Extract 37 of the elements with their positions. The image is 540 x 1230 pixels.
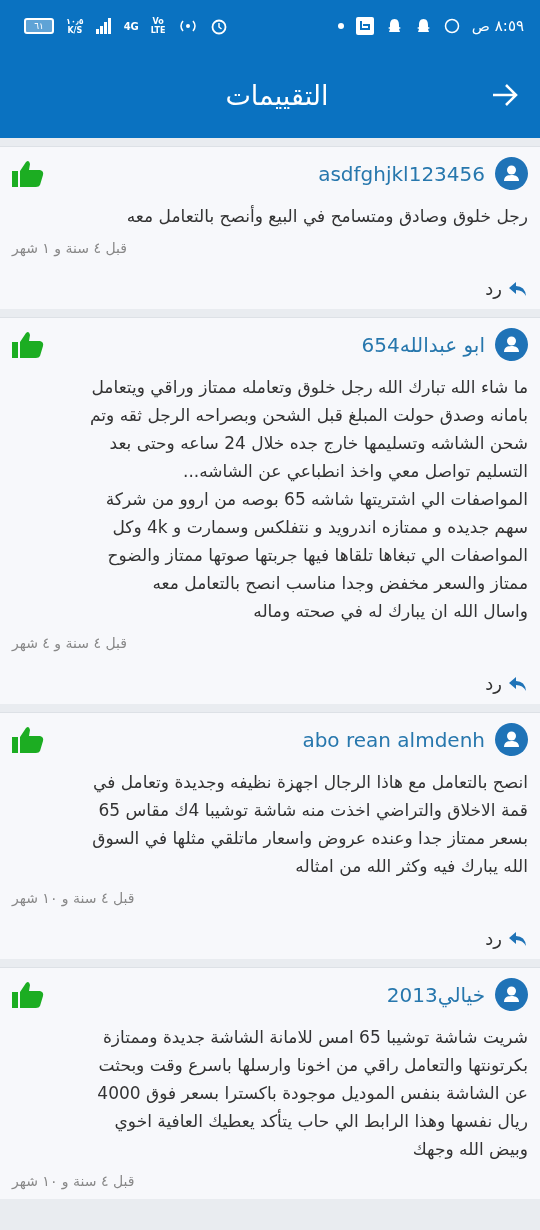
alarm-icon [209, 17, 228, 35]
battery-icon: ٦١ [24, 18, 54, 34]
user-avatar-icon [495, 978, 528, 1011]
hotspot-icon [177, 19, 198, 33]
reply-arrow-icon [508, 280, 528, 297]
page-title: التقييمات [224, 79, 330, 111]
review-time: قبل ٤ سنة و ١٠ شهر [12, 890, 135, 906]
network-label: 4G [123, 20, 139, 32]
thumbs-up-icon[interactable] [12, 724, 44, 755]
thumbs-up-icon[interactable] [12, 329, 44, 360]
reply-button[interactable]: رد [485, 278, 528, 299]
status-time: ٨:٥٩ ص [471, 17, 524, 35]
review-text: شريت شاشة توشيبا 65 امس للامانة الشاشة جديدة وممتازة بكرتونتها والتعامل راقي من اخونا وارسلها باسرع وقت وبحثت عن الشاشة بنفس الموديل موجودة باكسترا بسعر فوق 4000 ريال نفسها وهذا الرابط الي حاب يتأكد يعطيك العافية اخوي وبيض الله وجهك [96, 1026, 528, 1162]
volte-label: Vo LTE [150, 17, 166, 35]
review-text: انصح بالتعامل مع هاذا الرجال اجهزة نظيفه وجديدة وتعامل في قمة الاخلاق والتراضي اخذت منه شاشة توشيبا 4ك مقاس 65 بسعر ممتاز جدا وعنده عروض واسعار ماتلقي مثلها في السوق الله يبارك فيه وكثر الله من امثاله [91, 771, 528, 878]
reply-arrow-icon [508, 675, 528, 692]
username[interactable]: خيالي2013 [386, 982, 485, 1007]
review-time: قبل ٤ سنة و ١ شهر [12, 240, 127, 256]
review-time: قبل ٤ سنة و ١٠ شهر [12, 1173, 135, 1189]
username[interactable]: asdfghjkl123456 [318, 161, 485, 186]
reply-button[interactable]: رد [485, 928, 528, 949]
reply-arrow-icon [508, 930, 528, 947]
username[interactable]: ابو عبدالله654 [361, 332, 485, 357]
username[interactable]: abo rean almdenh [302, 727, 485, 752]
review-text: ما شاء الله تبارك الله رجل خلوق وتعامله ممتاز وراقي ويتعامل بامانه وصدق حولت المبلغ قبل الشحن وبصراحه الرجل ثقه وتم شحن الشاشه وتسليمها خارج جده خلال 24 ساعه وحتى بعد التسليم تواصل معي واخذ انطباعي عن الشاشه... المواصفات الي اشتريتها شاشه 65 بوصه من اروو من شركة سهم جديده و ممتازه اندرويد و نتفلكس وسمارت و 4k وكل المواصفات الي تبغاها تلقاها فيها جربتها صوتها ممتاز والضوح ممتاز والسعر مخفض وجدا مناسب انصح بالتعامل معه واسال الله ان يبارك له في صحته وماله [88, 376, 528, 624]
thumbs-up-icon[interactable] [12, 979, 44, 1010]
thumbs-up-icon[interactable] [12, 158, 44, 189]
signal-icon [95, 18, 112, 34]
user-avatar-icon [495, 328, 528, 361]
reply-button[interactable]: رد [485, 673, 528, 694]
review-text: رجل خلوق وصادق ومتسامح في البيع وأنصح بالتعامل معه [125, 204, 528, 229]
review-time: قبل ٤ سنة و ٤ شهر [12, 635, 127, 651]
back-arrow-icon[interactable] [492, 84, 518, 106]
dot-icon [337, 23, 344, 29]
user-avatar-icon [495, 157, 528, 190]
user-avatar-icon [495, 723, 528, 756]
app-icon [355, 17, 374, 35]
